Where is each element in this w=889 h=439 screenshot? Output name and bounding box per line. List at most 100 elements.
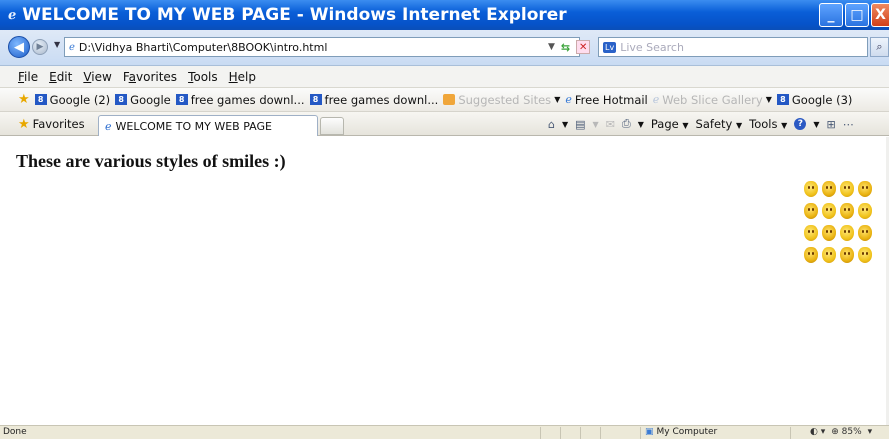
status-text: Done bbox=[3, 427, 27, 437]
chevron-down-icon[interactable]: ▼ bbox=[813, 120, 819, 129]
menu-help[interactable]: Help bbox=[229, 70, 256, 84]
menu-edit[interactable]: Edit bbox=[49, 70, 72, 84]
new-tab-button[interactable] bbox=[320, 117, 344, 135]
status-divider bbox=[560, 427, 561, 439]
print-icon[interactable]: ⎙ bbox=[622, 117, 631, 131]
link-free-games-2[interactable]: 8 free games downl... bbox=[309, 93, 438, 107]
command-bar: ⌂ ▼ ▤ ▼ ✉ ⎙ ▼ Page ▼ Safety ▼ Tools ▼ ? ▼ ⊞ … bbox=[548, 115, 854, 133]
feeds-icon[interactable]: ▤ bbox=[575, 118, 585, 131]
link-label: Google (3) bbox=[791, 92, 853, 107]
ie-logo-icon: ℯ bbox=[8, 7, 17, 23]
google-icon: 8 bbox=[175, 94, 188, 105]
link-google-2[interactable]: 8 Google (2) bbox=[34, 92, 111, 107]
page-menu[interactable]: Page ▼ bbox=[651, 117, 689, 131]
tab-active[interactable]: ℯ WELCOME TO MY WEB PAGE bbox=[98, 115, 318, 136]
zoom-level: ⊕ 85% bbox=[831, 427, 862, 437]
search-icon[interactable]: ⌕ bbox=[870, 37, 889, 57]
tab-title: WELCOME TO MY WEB PAGE bbox=[115, 119, 272, 133]
recent-pages-dropdown-icon[interactable]: ▼ bbox=[54, 40, 60, 49]
maximize-button[interactable]: □ bbox=[845, 3, 869, 27]
chevron-down-icon: ▼ bbox=[765, 95, 772, 104]
search-placeholder: Live Search bbox=[620, 40, 684, 54]
page-icon: ℯ bbox=[69, 41, 75, 53]
address-input[interactable]: ℯ D:\Vidhya Bharti\Computer\8BOOK\intro.… bbox=[64, 37, 580, 57]
chevron-down-icon[interactable]: ▼ bbox=[638, 120, 644, 129]
window-title: WELCOME TO MY WEB PAGE - Windows Interne… bbox=[22, 5, 567, 25]
link-google[interactable]: 8 Google bbox=[115, 93, 171, 107]
link-label: Google (2) bbox=[49, 92, 111, 107]
link-free-games-1[interactable]: 8 free games downl... bbox=[175, 92, 305, 107]
menu-favorites[interactable]: Favorites bbox=[123, 70, 177, 84]
status-divider bbox=[580, 427, 581, 439]
toolbar-extra-icon[interactable]: ⋯ bbox=[843, 118, 854, 131]
page-heading: These are various styles of smiles :) bbox=[16, 151, 286, 171]
ie-page-icon: ℯ bbox=[105, 119, 112, 133]
research-icon[interactable]: ⊞ bbox=[826, 118, 835, 131]
status-divider bbox=[790, 427, 791, 439]
zoom-control[interactable]: ◐ ▾ ⊕ 85% ▾ bbox=[810, 427, 872, 437]
link-label: free games downl... bbox=[190, 92, 305, 107]
security-zone[interactable]: ▣ My Computer bbox=[645, 427, 717, 437]
favorites-button[interactable]: ★ Favorites bbox=[18, 115, 85, 133]
live-search-icon: Lv bbox=[603, 41, 617, 53]
ie-page-icon: ℯ bbox=[565, 93, 572, 106]
google-icon: 8 bbox=[34, 94, 47, 105]
back-button[interactable]: ◀ bbox=[8, 36, 30, 58]
menu-file[interactable]: File bbox=[18, 70, 38, 84]
safety-menu[interactable]: Safety ▼ bbox=[696, 117, 743, 131]
smiley-icon bbox=[822, 247, 836, 263]
tab-bar: ★ Favorites ℯ WELCOME TO MY WEB PAGE ⌂ ▼ … bbox=[0, 112, 889, 136]
google-icon: 8 bbox=[309, 94, 322, 105]
protected-mode-icon: ◐ ▾ bbox=[810, 427, 826, 437]
read-mail-icon[interactable]: ✉ bbox=[606, 118, 615, 131]
browser-window: ℯ WELCOME TO MY WEB PAGE - Windows Inter… bbox=[0, 0, 889, 439]
menu-view[interactable]: View bbox=[83, 70, 111, 84]
google-icon: 8 bbox=[776, 94, 789, 105]
link-free-hotmail[interactable]: ℯ Free Hotmail bbox=[565, 93, 647, 107]
chevron-down-icon[interactable]: ▼ bbox=[593, 120, 599, 129]
smiley-icon bbox=[804, 203, 818, 219]
favorites-star-icon: ★ bbox=[18, 116, 30, 132]
smiley-icon bbox=[840, 225, 854, 241]
zone-label: My Computer bbox=[656, 427, 718, 437]
minimize-button[interactable]: _ bbox=[819, 3, 843, 27]
status-divider bbox=[600, 427, 601, 439]
tools-menu[interactable]: Tools ▼ bbox=[749, 117, 787, 131]
address-dropdown-icon[interactable]: ▼ bbox=[548, 42, 555, 52]
ie-page-icon: ℯ bbox=[652, 93, 660, 106]
menu-tools[interactable]: Tools bbox=[188, 70, 218, 84]
close-button[interactable]: X bbox=[871, 3, 889, 27]
search-input[interactable]: Lv Live Search bbox=[598, 37, 868, 57]
smiley-icon bbox=[858, 225, 872, 241]
smiley-icon bbox=[858, 181, 872, 197]
link-label: Google bbox=[130, 92, 171, 107]
link-google-3[interactable]: 8 Google (3) bbox=[776, 92, 853, 107]
refresh-icon[interactable]: ⇆ bbox=[561, 41, 570, 54]
smiley-icon bbox=[804, 247, 818, 263]
page-content: These are various styles of smiles :) bbox=[0, 137, 889, 425]
stop-icon[interactable]: ✕ bbox=[576, 40, 591, 54]
address-url: D:\Vidhya Bharti\Computer\8BOOK\intro.ht… bbox=[78, 40, 328, 54]
status-divider bbox=[540, 427, 541, 439]
home-icon[interactable]: ⌂ bbox=[548, 118, 555, 131]
smiley-icon bbox=[822, 181, 836, 197]
smiley-icon bbox=[804, 225, 818, 241]
chevron-down-icon[interactable]: ▼ bbox=[562, 120, 568, 129]
link-web-slice-gallery[interactable]: ℯ Web Slice Gallery ▼ bbox=[653, 93, 772, 107]
computer-icon: ▣ bbox=[645, 427, 654, 437]
forward-button[interactable]: ▶ bbox=[32, 39, 48, 55]
chevron-down-icon: ▾ bbox=[867, 427, 873, 437]
link-label: Web Slice Gallery bbox=[662, 92, 763, 107]
menu-bar: File Edit View Favorites Tools Help bbox=[0, 66, 889, 88]
status-divider bbox=[640, 427, 641, 439]
link-suggested-sites[interactable]: Suggested Sites ▼ bbox=[443, 93, 560, 107]
add-favorite-icon[interactable]: ★ bbox=[18, 92, 30, 107]
google-icon: 8 bbox=[115, 94, 128, 105]
tools-menu-label: Tools bbox=[749, 117, 778, 131]
smiley-grid bbox=[804, 181, 874, 265]
link-label: Free Hotmail bbox=[574, 92, 648, 107]
window-controls: _ □ X bbox=[819, 3, 889, 27]
smiley-icon bbox=[858, 247, 872, 263]
chevron-down-icon: ▼ bbox=[554, 95, 561, 104]
help-icon[interactable]: ? bbox=[794, 118, 807, 130]
